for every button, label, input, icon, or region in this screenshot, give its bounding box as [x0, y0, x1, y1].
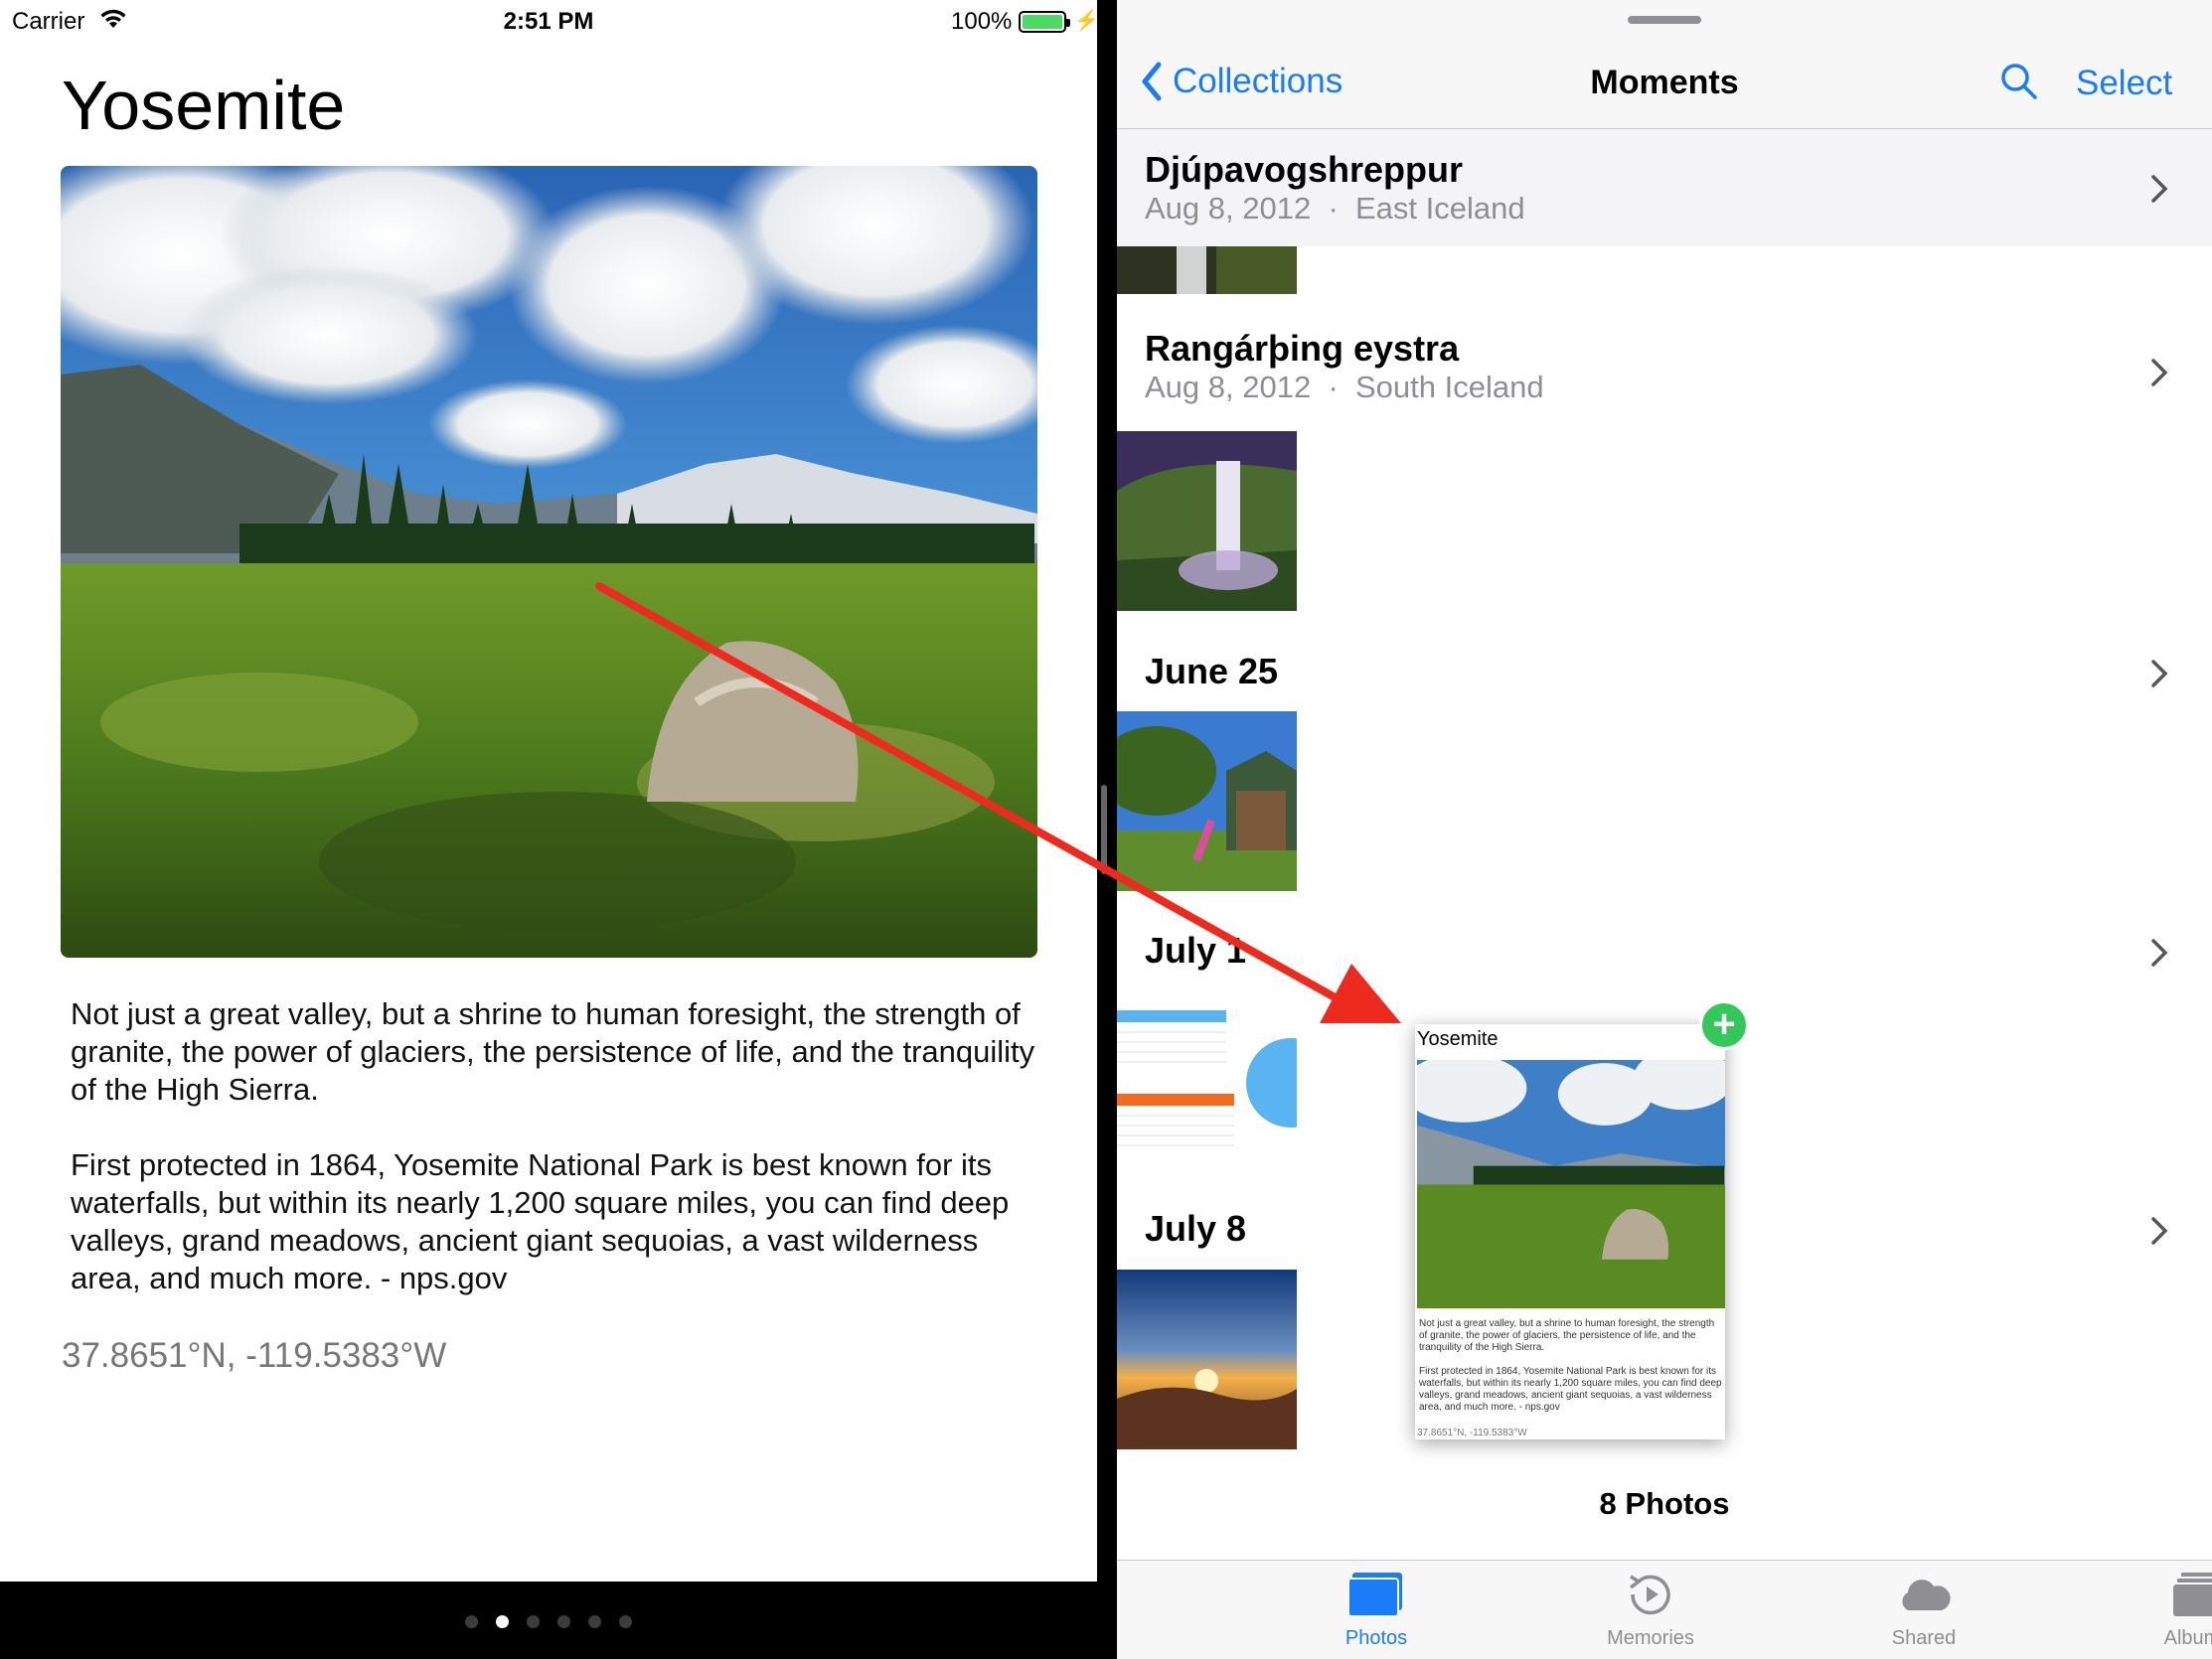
yosemite-photo[interactable] — [61, 166, 1037, 958]
tab-label: Shared — [1891, 1627, 1957, 1649]
photo-count: 8 Photos — [1599, 1486, 1730, 1521]
chevron-right-icon — [2151, 175, 2168, 203]
tab-memories[interactable]: Memories — [1551, 1571, 1750, 1650]
tab-label: Albums — [2163, 1627, 2212, 1649]
article-paragraph: First protected in 1864, Yosemite Nation… — [71, 1147, 1010, 1295]
memories-icon — [1629, 1575, 1670, 1615]
moment-subtitle: Aug 8, 2012 · South Iceland — [1145, 370, 1544, 404]
page-dot[interactable] — [527, 1615, 540, 1628]
photo-thumbnail[interactable] — [1117, 711, 1297, 891]
photos-icon — [1347, 1573, 1402, 1617]
coordinates: 37.8651°N, -119.5383°W — [62, 1336, 447, 1375]
tab-albums[interactable]: Albums — [2098, 1571, 2212, 1650]
photo-thumbnail[interactable] — [1117, 246, 1297, 294]
page-control[interactable] — [0, 1615, 1097, 1633]
moment-title: July 1 — [1145, 930, 1247, 971]
drag-preview-coordinates: 37.8651°N, -119.5383°W — [1417, 1428, 1527, 1438]
navigation-bar: Collections Moments Select — [1117, 0, 2212, 129]
battery-percent: 100% — [951, 8, 1013, 35]
chevron-right-icon — [2151, 1217, 2168, 1245]
photo-thumbnail[interactable] — [1117, 1008, 1297, 1157]
article-title: Yosemite — [62, 67, 346, 144]
moment-title: July 8 — [1145, 1208, 1247, 1249]
chevron-right-icon — [2151, 939, 2168, 967]
page-dot[interactable] — [588, 1615, 601, 1628]
page-dot[interactable] — [465, 1615, 478, 1628]
drag-preview-image — [1417, 1060, 1725, 1308]
tab-bar: Photos Memories Shared Albu — [1117, 1560, 2212, 1659]
split-view-divider[interactable] — [1097, 0, 1117, 1659]
slide-over-handle[interactable] — [1628, 16, 1701, 24]
screen: Carrier 2:51 PM 100% ⚡ Yosemite Not just… — [0, 0, 2212, 1659]
photo-thumbnail[interactable] — [1117, 431, 1297, 611]
drag-preview-text: Not just a great valley, but a shrine to… — [1419, 1318, 1715, 1353]
charging-icon: ⚡ — [1074, 10, 1099, 32]
page-dot[interactable] — [496, 1615, 509, 1628]
cloud-icon — [1902, 1580, 1951, 1610]
divider-handle[interactable] — [1101, 785, 1107, 874]
tab-label: Memories — [1607, 1627, 1694, 1649]
nav-title: Moments — [1590, 64, 1739, 101]
clock: 2:51 PM — [503, 8, 594, 35]
tab-label: Photos — [1344, 1627, 1408, 1649]
photos-pane: Collections Moments Select Djúpavogshrep… — [1117, 0, 2212, 1659]
moment-title: Rangárþing eystra — [1145, 328, 1460, 369]
article-pane: Carrier 2:51 PM 100% ⚡ Yosemite Not just… — [0, 0, 1099, 1659]
page-dot[interactable] — [557, 1615, 570, 1628]
tab-shared[interactable]: Shared — [1824, 1571, 2023, 1650]
select-button[interactable]: Select — [2076, 64, 2172, 103]
moment-header[interactable]: Djúpavogshreppur Aug 8, 2012 · East Icel… — [1117, 129, 2212, 246]
status-bar: Carrier 2:51 PM 100% ⚡ — [0, 0, 1099, 44]
moment-title: Djúpavogshreppur — [1145, 149, 1464, 190]
chevron-right-icon — [2151, 660, 2168, 687]
article-paragraph: Not just a great valley, but a shrine to… — [71, 996, 1035, 1107]
drag-preview[interactable]: Yosemite Not just a great valley, but a … — [1415, 1024, 1725, 1439]
battery-icon — [1019, 11, 1070, 33]
moment-subtitle: Aug 8, 2012 · East Iceland — [1145, 191, 1525, 226]
moment-title: June 25 — [1145, 651, 1279, 691]
page-dot[interactable] — [619, 1615, 632, 1628]
drag-preview-title: Yosemite — [1417, 1028, 1499, 1050]
drag-preview-text: First protected in 1864, Yosemite Nation… — [1419, 1366, 1722, 1413]
add-badge-icon: + — [1699, 1000, 1749, 1050]
photo-thumbnail[interactable] — [1117, 1270, 1297, 1449]
search-icon[interactable] — [1999, 62, 2039, 101]
albums-icon — [2173, 1573, 2212, 1616]
tab-photos[interactable]: Photos — [1277, 1571, 1476, 1650]
page-control-bar — [0, 1582, 1097, 1659]
chevron-right-icon — [2151, 359, 2168, 386]
